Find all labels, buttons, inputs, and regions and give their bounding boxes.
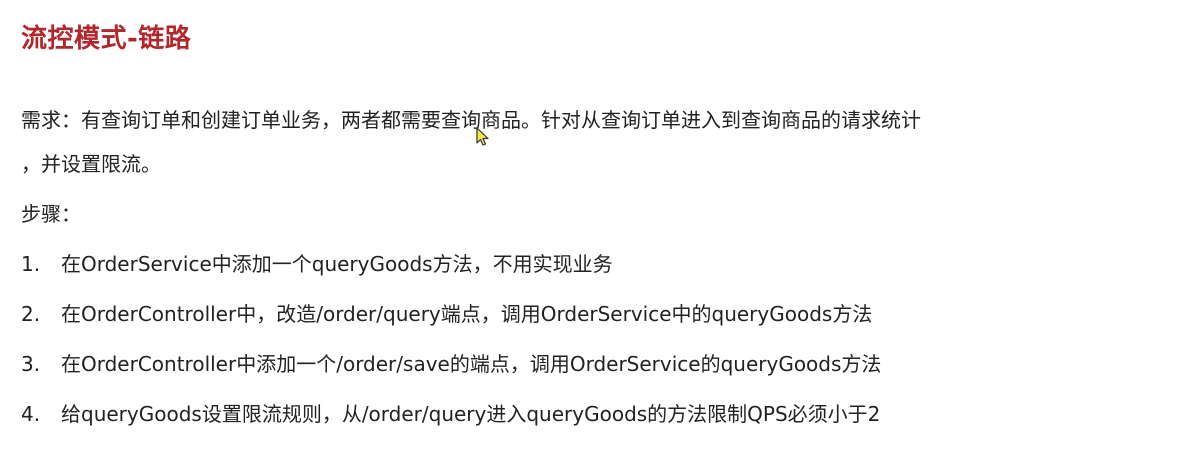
steps-list: 1. 在OrderService中添加一个queryGoods方法，不用实现业务 … bbox=[21, 248, 881, 448]
step-item-3: 3. 在OrderController中添加一个/order/save的端点，调用… bbox=[21, 348, 881, 398]
step-text: 在OrderController中，改造/order/query端点，调用Ord… bbox=[61, 302, 873, 326]
step-text: 在OrderService中添加一个queryGoods方法，不用实现业务 bbox=[61, 252, 613, 276]
step-number: 1. bbox=[21, 252, 41, 276]
step-number: 4. bbox=[21, 402, 41, 426]
page-title: 流控模式-链路 bbox=[21, 24, 192, 54]
step-text: 给queryGoods设置限流规则，从/order/query进入queryGo… bbox=[61, 402, 881, 426]
step-text: 在OrderController中添加一个/order/save的端点，调用Or… bbox=[61, 352, 882, 376]
step-item-4: 4. 给queryGoods设置限流规则，从/order/query进入query… bbox=[21, 398, 881, 448]
step-item-1: 1. 在OrderService中添加一个queryGoods方法，不用实现业务 bbox=[21, 248, 881, 298]
step-number: 2. bbox=[21, 302, 41, 326]
mouse-pointer-icon bbox=[476, 127, 489, 146]
step-number: 3. bbox=[21, 352, 41, 376]
step-item-2: 2. 在OrderController中，改造/order/query端点，调用O… bbox=[21, 298, 881, 348]
steps-label: 步骤： bbox=[21, 202, 81, 226]
requirement-text: 需求：有查询订单和创建订单业务，两者都需要查询商品。针对从查询订单进入到查询商品… bbox=[21, 98, 1151, 186]
requirement-line-1: 需求：有查询订单和创建订单业务，两者都需要查询商品。针对从查询订单进入到查询商品… bbox=[21, 108, 921, 132]
requirement-line-2: ，并设置限流。 bbox=[21, 152, 161, 176]
